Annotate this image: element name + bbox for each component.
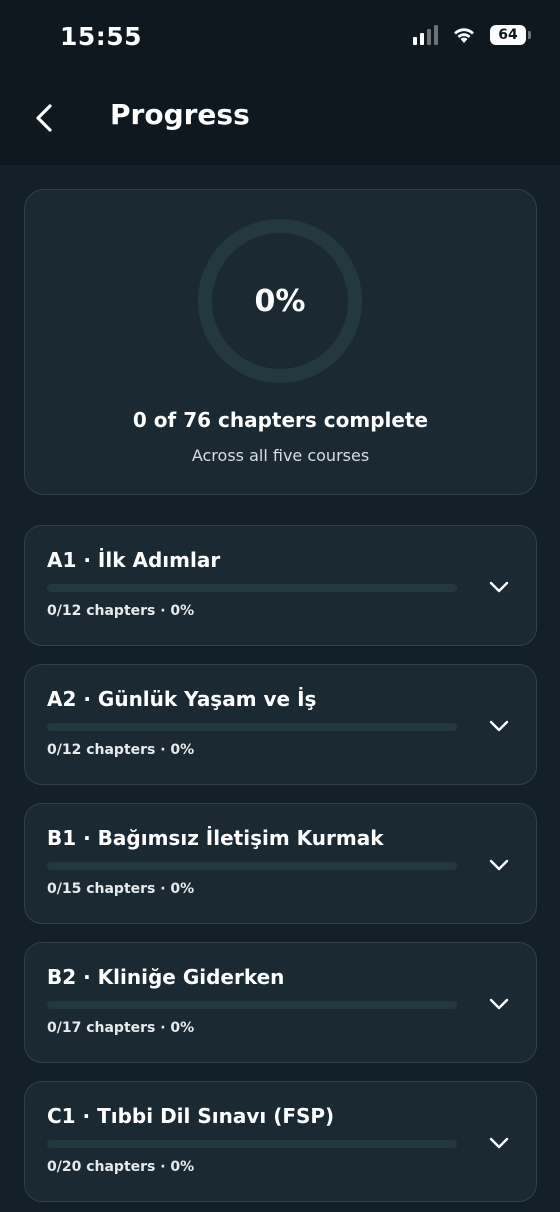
overall-percent: 0%: [254, 283, 306, 319]
course-meta: 0/17 chapters · 0%: [47, 1020, 195, 1036]
top-bar: 15:55 64 Progress: [0, 0, 560, 165]
progress-screen: 15:55 64 Progress 0% 0 of 76 chapters co…: [0, 0, 560, 1212]
summary-subtitle: Across all five courses: [191, 446, 370, 465]
course-meta: 0/15 chapters · 0%: [47, 881, 195, 897]
course-card-a1[interactable]: A1 · İlk Adımlar 0/12 chapters · 0%: [24, 525, 537, 646]
course-title: A1 · İlk Adımlar: [47, 548, 221, 572]
expand-button[interactable]: [488, 1132, 510, 1154]
status-icons: 64: [413, 25, 531, 45]
course-card-b1[interactable]: B1 · Bağımsız İletişim Kurmak 0/15 chapt…: [24, 803, 537, 924]
course-title: A2 · Günlük Yaşam ve İş: [47, 687, 317, 711]
page-title: Progress: [110, 98, 250, 131]
course-title: B1 · Bağımsız İletişim Kurmak: [47, 826, 384, 850]
expand-button[interactable]: [488, 993, 510, 1015]
expand-button[interactable]: [488, 715, 510, 737]
course-card-c1[interactable]: C1 · Tıbbi Dil Sınavı (FSP) 0/20 chapter…: [24, 1081, 537, 1202]
battery-icon: 64: [490, 25, 531, 45]
expand-button[interactable]: [488, 854, 510, 876]
chevron-down-icon: [489, 859, 509, 871]
course-progress-bar: [47, 584, 457, 592]
course-progress-bar: [47, 723, 457, 731]
chevron-down-icon: [489, 581, 509, 593]
course-card-a2[interactable]: A2 · Günlük Yaşam ve İş 0/12 chapters · …: [24, 664, 537, 785]
course-meta: 0/12 chapters · 0%: [47, 603, 195, 619]
course-title: C1 · Tıbbi Dil Sınavı (FSP): [47, 1104, 335, 1128]
chevron-down-icon: [489, 998, 509, 1010]
chevron-down-icon: [489, 720, 509, 732]
course-title: B2 · Kliniğe Giderken: [47, 965, 285, 989]
status-time: 15:55: [60, 22, 143, 51]
course-progress-bar: [47, 1001, 457, 1009]
expand-button[interactable]: [488, 576, 510, 598]
course-card-b2[interactable]: B2 · Kliniğe Giderken 0/17 chapters · 0%: [24, 942, 537, 1063]
wifi-icon: [454, 28, 474, 43]
course-meta: 0/20 chapters · 0%: [47, 1159, 195, 1175]
chapters-complete-text: 0 of 76 chapters complete: [132, 408, 429, 432]
cellular-signal-icon: [413, 25, 438, 45]
course-progress-bar: [47, 1140, 457, 1148]
overall-progress-card: 0% 0 of 76 chapters complete Across all …: [24, 189, 537, 495]
course-meta: 0/12 chapters · 0%: [47, 742, 195, 758]
course-progress-bar: [47, 862, 457, 870]
chevron-left-icon: [36, 104, 52, 132]
back-button[interactable]: [24, 96, 64, 140]
chevron-down-icon: [489, 1137, 509, 1149]
